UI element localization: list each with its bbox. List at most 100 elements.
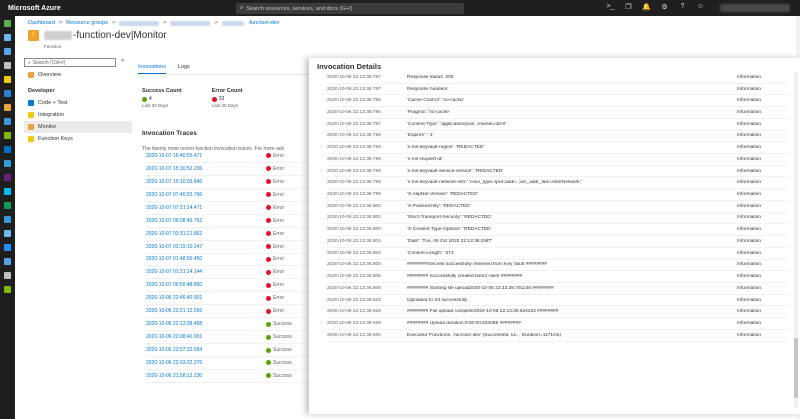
settings-icon[interactable]: ⚙	[660, 3, 669, 11]
trace-row[interactable]: 2020-10-06 22:07:22.554 Success	[146, 344, 316, 357]
trace-date-link[interactable]: 2020-10-06 22:13:38.458	[146, 321, 266, 327]
resource-groups-icon[interactable]	[4, 90, 11, 97]
trace-date-link[interactable]: 2020-10-07 03:31:21.862	[146, 231, 266, 237]
trace-status: Error	[266, 282, 284, 288]
log-level: Information	[737, 98, 761, 104]
trace-date-link[interactable]: 2020-10-06 22:03:22.276	[146, 360, 266, 366]
trace-row[interactable]: 2020-10-07 06:08:49.752 Error	[146, 215, 316, 228]
error-icon	[211, 96, 217, 102]
trace-date-link[interactable]: 2020-10-07 03:19:10.247	[146, 244, 266, 250]
trace-date-link[interactable]: 2020-10-06 22:46:40.901	[146, 295, 266, 301]
trace-date-link[interactable]: 2020-10-07 16:40:55.471	[146, 153, 266, 159]
create-resource-icon[interactable]	[4, 20, 11, 27]
directory-filter-icon[interactable]: ❐	[624, 3, 633, 11]
trace-status: Error	[266, 295, 284, 301]
trace-date-link[interactable]: 2020-10-06 22:21:12.556	[146, 308, 266, 314]
cost-icon[interactable]	[4, 216, 11, 223]
security-icon[interactable]	[4, 202, 11, 209]
load-balancer-icon[interactable]	[4, 160, 11, 167]
cloud-shell-icon[interactable]: >_	[606, 3, 615, 11]
global-search-input[interactable]: ⌕ Search resources, services, and docs (…	[236, 3, 464, 14]
trace-date-link[interactable]: 2020-10-06 21:58:12.230	[146, 373, 266, 379]
error-icon	[266, 205, 271, 211]
details-scroll-thumb[interactable]	[794, 338, 798, 398]
network-icon[interactable]	[4, 230, 11, 237]
trace-row[interactable]: 2020-10-07 03:31:21.862 Error	[146, 228, 316, 241]
error-icon	[266, 269, 271, 275]
breadcrumb-redacted[interactable]	[170, 20, 211, 26]
trace-date-link[interactable]: 2020-10-07 00:56:48.850	[146, 282, 266, 288]
subscriptions-icon[interactable]	[4, 272, 11, 279]
menu-item-monitor[interactable]: Monitor	[24, 121, 132, 133]
storage-icon[interactable]	[4, 132, 11, 139]
trace-row[interactable]: 2020-10-07 15:10:52.236 Error	[146, 163, 316, 176]
virtual-machines-icon[interactable]	[4, 146, 11, 153]
trace-row[interactable]: 2020-10-07 15:10:03.846 Error	[146, 176, 316, 189]
function-app-icon: ⚡	[28, 30, 39, 41]
trace-row[interactable]: 2020-10-06 21:58:12.230 Success	[146, 370, 316, 383]
menu-search-input[interactable]: ⌕ Search (Ctrl+/)	[24, 58, 116, 67]
monitor-rail-icon[interactable]	[4, 174, 11, 181]
breadcrumb-dashboard[interactable]: Dashboard	[28, 20, 55, 26]
tab-logs[interactable]: Logs	[178, 64, 190, 74]
trace-row[interactable]: 2020-10-07 01:21:14.144 Error	[146, 266, 316, 280]
log-timestamp: 2020-10-06 22:13:38.799	[327, 180, 381, 186]
menu-item-overview[interactable]: Overview	[24, 69, 132, 81]
tab-invocations[interactable]: Invocations	[138, 64, 166, 74]
trace-row[interactable]: 2020-10-07 03:19:10.247 Error	[146, 241, 316, 254]
users-icon[interactable]	[4, 258, 11, 265]
dashboard-icon[interactable]	[4, 48, 11, 55]
trace-row[interactable]: 2020-10-06 22:03:22.276 Success	[146, 357, 316, 370]
breadcrumb-redacted[interactable]	[119, 20, 160, 26]
trace-date-link[interactable]: 2020-10-07 15:10:03.846	[146, 179, 266, 185]
trace-date-link[interactable]: 2020-10-06 22:07:22.554	[146, 347, 266, 353]
breadcrumb-resource-groups[interactable]: Resource groups	[66, 20, 108, 26]
azure-brand[interactable]: Microsoft Azure	[0, 5, 120, 12]
trace-row[interactable]: 2020-10-07 01:48:50.450 Error	[146, 254, 316, 267]
trace-row[interactable]: 2020-10-07 16:40:55.471 Error	[146, 150, 316, 163]
trace-date-link[interactable]: 2020-10-07 07:21:14.471	[146, 205, 266, 211]
feedback-icon[interactable]: ☺	[696, 3, 705, 11]
help-icon[interactable]: ?	[678, 3, 687, 11]
trace-date-link[interactable]: 2020-10-06 22:08:40.991	[146, 334, 266, 340]
trace-date-link[interactable]: 2020-10-07 01:48:50.450	[146, 256, 266, 262]
home-icon[interactable]	[4, 34, 11, 41]
log-level: Information	[737, 110, 761, 116]
breadcrumb-redacted[interactable]	[221, 20, 244, 26]
log-row: 2020-10-06 22:13:38.799 'x-ms-keyvault-ne…	[327, 177, 787, 190]
account-menu[interactable]	[720, 4, 790, 12]
trace-row[interactable]: 2020-10-06 22:13:38.458 Success	[146, 318, 316, 332]
menu-item-function-keys[interactable]: Function Keys	[24, 133, 132, 145]
collapse-menu-button[interactable]: «	[121, 58, 124, 64]
app-services-icon[interactable]	[4, 244, 11, 251]
log-level: Information	[737, 121, 761, 127]
trace-date-link[interactable]: 2020-10-07 01:21:14.144	[146, 269, 266, 275]
advisor-icon[interactable]	[4, 188, 11, 195]
trace-row[interactable]: 2020-10-07 00:56:48.850 Error	[146, 279, 316, 293]
trace-row[interactable]: 2020-10-07 07:21:14.471 Error	[146, 202, 316, 215]
function-app-rail-icon[interactable]	[4, 104, 11, 111]
log-message: 'Strict-Transport-Security': 'REDACTED'	[407, 215, 492, 221]
all-services-icon[interactable]	[4, 62, 11, 69]
log-message: 'X-Powered-By': 'REDACTED'	[407, 203, 471, 209]
trace-date-link[interactable]: 2020-10-07 06:08:49.752	[146, 218, 266, 224]
notifications-icon[interactable]: 🔔	[642, 3, 651, 11]
trace-date-link[interactable]: 2020-10-07 07:40:52.796	[146, 192, 266, 198]
trace-date-link[interactable]: 2020-10-07 15:10:52.236	[146, 166, 266, 172]
log-message: 'Cache-Control': 'no-cache'	[407, 98, 464, 104]
lightning-icon	[28, 112, 34, 118]
menu-item-integration[interactable]: Integration	[24, 109, 132, 121]
code-icon	[28, 100, 34, 106]
trace-row[interactable]: 2020-10-06 22:46:40.901 Error	[146, 292, 316, 306]
trace-status-label: Error	[273, 243, 285, 250]
sql-icon[interactable]	[4, 118, 11, 125]
trace-row[interactable]: 2020-10-06 22:21:12.556 Error	[146, 305, 316, 319]
breadcrumb-separator: >	[214, 20, 218, 26]
favorites-icon[interactable]	[4, 76, 11, 83]
menu-item-code-test[interactable]: Code + Test	[24, 97, 132, 109]
global-search-placeholder: Search resources, services, and docs (G+…	[246, 5, 353, 12]
insights-icon[interactable]	[4, 286, 11, 293]
trace-row[interactable]: 2020-10-06 22:08:40.991 Success	[146, 331, 316, 345]
trace-row[interactable]: 2020-10-07 07:40:52.796 Error	[146, 189, 316, 202]
breadcrumb-current[interactable]: -function-dev	[248, 20, 280, 26]
